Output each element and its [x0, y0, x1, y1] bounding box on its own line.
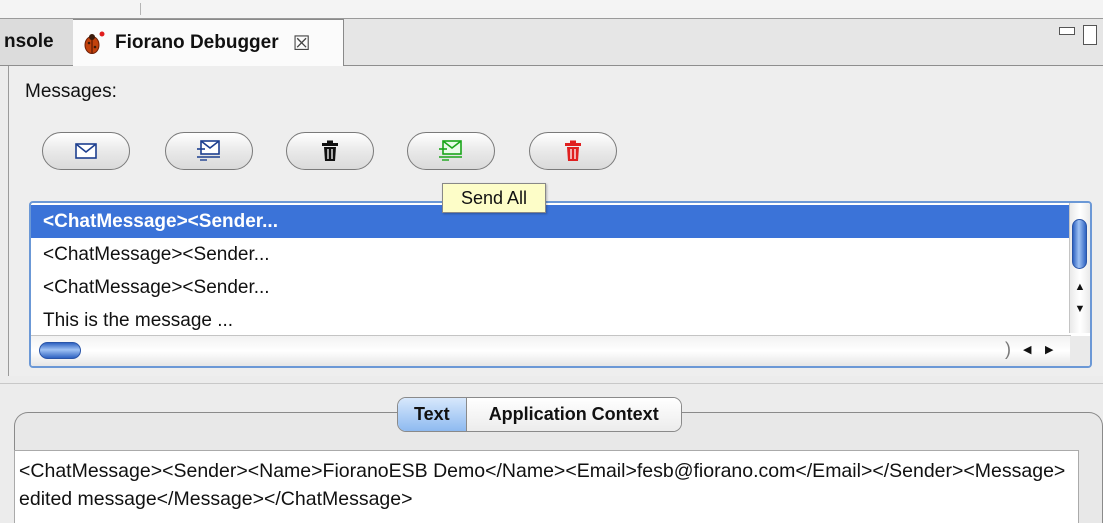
section-divider — [0, 383, 1103, 384]
list-item-text: <ChatMessage><Sender... — [43, 243, 270, 265]
envelope-icon — [75, 143, 97, 159]
tab-fiorano-debugger[interactable]: Fiorano Debugger ☒ — [73, 19, 344, 66]
viewer-tab-switch: Text Application Context — [397, 397, 682, 432]
view-message-button[interactable] — [42, 132, 130, 170]
trash-icon — [322, 140, 338, 161]
maximize-icon[interactable] — [1083, 25, 1097, 45]
scroll-corner — [1070, 336, 1090, 366]
close-icon[interactable]: ☒ — [293, 31, 311, 56]
delete-all-button[interactable] — [529, 132, 617, 170]
tab-console-label: nsole — [4, 31, 54, 52]
envelope-send-all-icon — [439, 140, 462, 161]
delete-message-button[interactable] — [286, 132, 374, 170]
message-list[interactable]: <ChatMessage><Sender... <ChatMessage><Se… — [29, 201, 1092, 368]
scroll-left-arrow-icon[interactable]: ◀ — [1023, 343, 1031, 356]
messages-label: Messages: — [25, 81, 117, 102]
send-all-button[interactable] — [407, 132, 495, 170]
minimize-icon[interactable] — [1059, 27, 1075, 35]
horizontal-scrollbar[interactable]: ) ◀ ▶ — [31, 335, 1071, 366]
scroll-down-arrow-icon[interactable]: ▼ — [1070, 300, 1090, 318]
scroll-track-end: ) — [1005, 339, 1011, 359]
trash-all-icon — [565, 140, 581, 161]
horizontal-scroll-thumb[interactable] — [39, 342, 81, 359]
tab-debugger-label: Fiorano Debugger — [115, 32, 279, 53]
list-item-text: <ChatMessage><Sender... — [43, 210, 278, 232]
list-item[interactable]: This is the message ... — [31, 304, 1069, 337]
tab-application-context[interactable]: Application Context — [466, 398, 681, 431]
tab-text[interactable]: Text — [398, 398, 467, 431]
top-separator — [140, 3, 141, 15]
send-all-tooltip: Send All — [442, 183, 546, 213]
list-item[interactable]: <ChatMessage><Sender... — [31, 238, 1069, 271]
envelope-send-icon — [197, 140, 220, 161]
scroll-up-arrow-icon[interactable]: ▲ — [1070, 278, 1090, 296]
send-message-button[interactable] — [165, 132, 253, 170]
list-item-text: This is the message ... — [43, 309, 234, 331]
list-item[interactable]: <ChatMessage><Sender... — [31, 205, 1069, 238]
tab-console[interactable]: nsole — [0, 19, 77, 65]
scroll-right-arrow-icon[interactable]: ▶ — [1045, 343, 1053, 356]
message-content-area[interactable]: <ChatMessage><Sender><Name>FioranoESB De… — [14, 450, 1079, 523]
debugger-panel: Messages: <ChatMessage><Sender... <ChatM… — [8, 66, 1103, 376]
ladybug-icon — [81, 30, 107, 56]
top-strip — [0, 0, 1103, 19]
vertical-scroll-thumb[interactable] — [1072, 219, 1087, 269]
vertical-scrollbar[interactable]: ▲ ▼ — [1069, 203, 1090, 333]
list-item[interactable]: <ChatMessage><Sender... — [31, 271, 1069, 304]
list-item-text: <ChatMessage><Sender... — [43, 276, 270, 298]
view-tab-bar: nsole Fiorano Debugger ☒ — [0, 19, 1103, 66]
